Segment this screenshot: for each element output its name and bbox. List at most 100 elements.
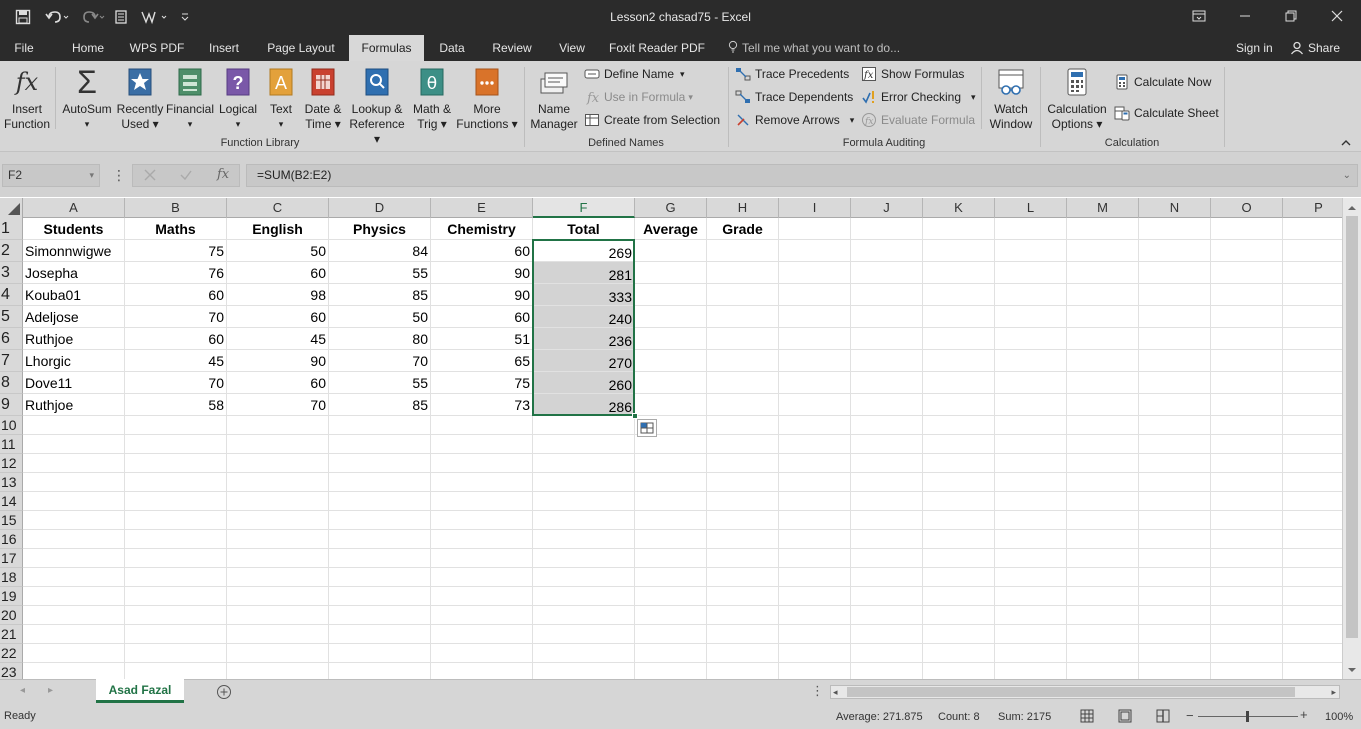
cell-c6[interactable]: 45 xyxy=(227,328,329,350)
column-header-b[interactable]: B xyxy=(125,198,227,218)
row-header-9[interactable]: 9 xyxy=(0,394,23,416)
row-header-18[interactable]: 18 xyxy=(0,568,23,587)
tab-file[interactable]: File xyxy=(4,35,44,61)
scroll-left-icon[interactable]: ◂ xyxy=(833,687,838,698)
cell-f5[interactable]: 240 xyxy=(533,306,635,328)
cell-a8[interactable]: Dove11 xyxy=(23,372,125,394)
column-header-p[interactable]: P xyxy=(1283,198,1342,218)
sign-in-link[interactable]: Sign in xyxy=(1236,35,1273,61)
cell-d8[interactable]: 55 xyxy=(329,372,431,394)
cell-b4[interactable]: 60 xyxy=(125,284,227,306)
cell-f3[interactable]: 281 xyxy=(533,262,635,284)
tab-insert[interactable]: Insert xyxy=(200,35,248,61)
column-header-f[interactable]: F xyxy=(533,198,635,218)
row-header-23[interactable]: 23 xyxy=(0,663,23,679)
show-formulas-button[interactable]: fx Show Formulas xyxy=(861,64,964,84)
cell-e8[interactable]: 75 xyxy=(431,372,533,394)
insert-function-fx-icon[interactable]: fx xyxy=(217,167,229,182)
lookup-reference-button[interactable]: Lookup & Reference ▾ xyxy=(345,67,409,147)
row-header-21[interactable]: 21 xyxy=(0,625,23,644)
cell-e5[interactable]: 60 xyxy=(431,306,533,328)
cell-f8[interactable]: 260 xyxy=(533,372,635,394)
column-header-a[interactable]: A xyxy=(23,198,125,218)
cell-b8[interactable]: 70 xyxy=(125,372,227,394)
column-header-m[interactable]: M xyxy=(1067,198,1139,218)
cell-d9[interactable]: 85 xyxy=(329,394,431,416)
cell-b9[interactable]: 58 xyxy=(125,394,227,416)
formula-bar-grip-icon[interactable]: ⋮ xyxy=(112,166,126,186)
cell-f2[interactable]: 269 xyxy=(533,240,635,262)
select-all-corner[interactable] xyxy=(0,198,23,218)
zoom-level[interactable]: 100% xyxy=(1325,711,1353,723)
cell-c5[interactable]: 60 xyxy=(227,306,329,328)
cell-b7[interactable]: 45 xyxy=(125,350,227,372)
cell-d7[interactable]: 70 xyxy=(329,350,431,372)
quick-analysis-icon[interactable] xyxy=(637,419,657,437)
zoom-slider[interactable] xyxy=(1198,711,1298,722)
vertical-scroll-thumb[interactable] xyxy=(1346,216,1358,638)
more-functions-button[interactable]: More Functions ▾ xyxy=(455,67,519,132)
row-header-2[interactable]: 2 xyxy=(0,240,23,262)
define-name-button[interactable]: Define Name ▾ xyxy=(584,64,685,84)
formula-input[interactable]: =SUM(B2:E2) ⌄ xyxy=(246,164,1358,187)
row-header-15[interactable]: 15 xyxy=(0,511,23,530)
row-header-3[interactable]: 3 xyxy=(0,262,23,284)
row-header-22[interactable]: 22 xyxy=(0,644,23,663)
column-header-n[interactable]: N xyxy=(1139,198,1211,218)
tab-page-layout[interactable]: Page Layout xyxy=(260,35,342,61)
cell-h1[interactable]: Grade xyxy=(707,218,779,240)
cell-b1[interactable]: Maths xyxy=(125,218,227,240)
row-header-7[interactable]: 7 xyxy=(0,350,23,372)
page-break-view-icon[interactable] xyxy=(1156,709,1170,723)
column-header-e[interactable]: E xyxy=(431,198,533,218)
row-header-14[interactable]: 14 xyxy=(0,492,23,511)
cell-d6[interactable]: 80 xyxy=(329,328,431,350)
column-header-c[interactable]: C xyxy=(227,198,329,218)
column-header-o[interactable]: O xyxy=(1211,198,1283,218)
cell-a1[interactable]: Students xyxy=(23,218,125,240)
cell-c4[interactable]: 98 xyxy=(227,284,329,306)
cell-d1[interactable]: Physics xyxy=(329,218,431,240)
cell-f1[interactable]: Total xyxy=(533,218,635,240)
cell-c3[interactable]: 60 xyxy=(227,262,329,284)
column-header-i[interactable]: I xyxy=(779,198,851,218)
tab-view[interactable]: View xyxy=(550,35,594,61)
column-header-k[interactable]: K xyxy=(923,198,995,218)
name-manager-button[interactable]: Name Manager xyxy=(528,67,580,132)
cell-d2[interactable]: 84 xyxy=(329,240,431,262)
row-header-17[interactable]: 17 xyxy=(0,549,23,568)
insert-function-button[interactable]: fx Insert Function xyxy=(2,67,52,132)
cell-b2[interactable]: 75 xyxy=(125,240,227,262)
cell-e3[interactable]: 90 xyxy=(431,262,533,284)
calculation-options-button[interactable]: Calculation Options ▾ xyxy=(1044,67,1110,132)
use-in-formula-button[interactable]: fx Use in Formula ▾ xyxy=(584,87,693,107)
new-sheet-icon[interactable] xyxy=(216,684,232,700)
tell-me-search[interactable]: Tell me what you want to do... xyxy=(728,35,928,61)
cell-e4[interactable]: 90 xyxy=(431,284,533,306)
cell-c9[interactable]: 70 xyxy=(227,394,329,416)
cell-d4[interactable]: 85 xyxy=(329,284,431,306)
evaluate-formula-button[interactable]: fx Evaluate Formula xyxy=(861,110,975,130)
tab-split-grip-icon[interactable]: ⋮ xyxy=(811,683,824,699)
cell-a2[interactable]: Simonnwigwe xyxy=(23,240,125,262)
row-header-6[interactable]: 6 xyxy=(0,328,23,350)
cell-e7[interactable]: 65 xyxy=(431,350,533,372)
cell-a4[interactable]: Kouba01 xyxy=(23,284,125,306)
zoom-slider-thumb[interactable] xyxy=(1246,711,1249,722)
enter-icon[interactable] xyxy=(179,168,193,182)
cell-b5[interactable]: 70 xyxy=(125,306,227,328)
ribbon-display-options-icon[interactable] xyxy=(1176,0,1222,32)
cell-e1[interactable]: Chemistry xyxy=(431,218,533,240)
row-header-1[interactable]: 1 xyxy=(0,218,23,240)
error-checking-button[interactable]: Error Checking ▾ xyxy=(861,87,976,107)
cell-b3[interactable]: 76 xyxy=(125,262,227,284)
create-from-selection-button[interactable]: Create from Selection xyxy=(584,110,720,130)
row-header-8[interactable]: 8 xyxy=(0,372,23,394)
cell-c1[interactable]: English xyxy=(227,218,329,240)
scroll-sheets-right-icon[interactable]: ▸ xyxy=(48,685,53,696)
cell-g1[interactable]: Average xyxy=(635,218,707,240)
tab-home[interactable]: Home xyxy=(62,35,114,61)
row-header-11[interactable]: 11 xyxy=(0,435,23,454)
trace-dependents-button[interactable]: Trace Dependents xyxy=(735,87,853,107)
date-time-button[interactable]: Date & Time ▾ xyxy=(300,67,346,132)
